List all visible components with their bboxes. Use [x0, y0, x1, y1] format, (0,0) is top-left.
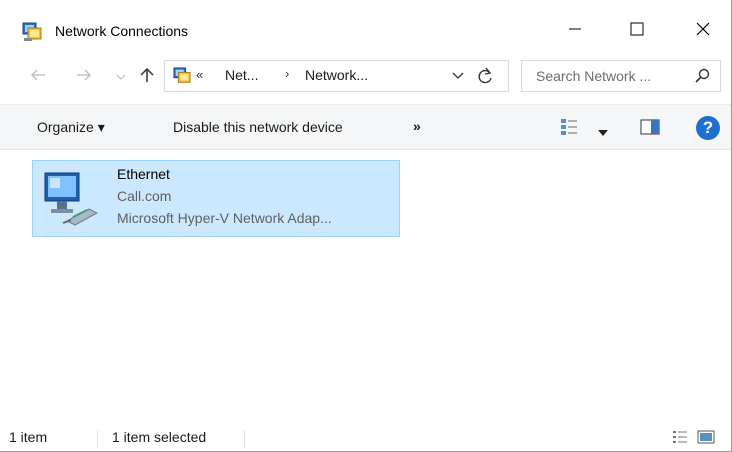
search-icon[interactable] — [694, 68, 710, 87]
network-connections-icon — [22, 22, 42, 42]
breadcrumb-item[interactable]: Network... — [305, 67, 368, 83]
item-name: Ethernet — [117, 166, 170, 182]
explorer-window: Network Connections « Net... › Network..… — [0, 0, 732, 452]
selected-count: 1 item selected — [112, 429, 207, 445]
address-dropdown-icon[interactable] — [452, 69, 464, 84]
up-arrow-icon — [140, 67, 154, 86]
more-commands-button[interactable]: » — [413, 118, 421, 134]
ethernet-adapter-icon — [37, 165, 105, 233]
network-connections-icon — [173, 67, 191, 85]
search-input[interactable]: Search Network ... — [536, 68, 651, 84]
close-button[interactable] — [680, 12, 726, 48]
items-view: Ethernet Call.com Microsoft Hyper-V Netw… — [0, 150, 731, 420]
help-icon[interactable]: ? — [696, 116, 720, 140]
minimize-button[interactable] — [552, 12, 598, 48]
breadcrumb-separator[interactable]: › — [285, 66, 289, 81]
preview-pane-icon[interactable] — [640, 119, 660, 138]
item-count: 1 item — [9, 429, 48, 445]
minimize-icon — [569, 23, 581, 38]
navigation-bar: « Net... › Network... Search Network ... — [0, 55, 731, 97]
maximize-button[interactable] — [614, 12, 660, 48]
status-divider — [97, 430, 98, 448]
large-icons-view-icon[interactable] — [697, 429, 715, 448]
breadcrumb-item[interactable]: Net... — [225, 67, 258, 83]
close-icon — [696, 22, 710, 39]
item-adapter: Microsoft Hyper-V Network Adap... — [117, 210, 332, 226]
back-button[interactable] — [26, 63, 50, 89]
forward-arrow-icon — [76, 69, 92, 84]
organize-button[interactable]: Organize ▾ — [37, 119, 105, 136]
search-box[interactable]: Search Network ... — [521, 60, 721, 92]
refresh-icon[interactable] — [478, 67, 494, 88]
breadcrumb-overflow[interactable]: « — [196, 67, 203, 82]
window-title: Network Connections — [55, 23, 189, 39]
title-bar[interactable]: Network Connections — [0, 0, 731, 50]
network-connection-item[interactable]: Ethernet Call.com Microsoft Hyper-V Netw… — [32, 160, 400, 237]
address-bar[interactable]: « Net... › Network... — [164, 60, 509, 92]
recent-locations-button[interactable] — [113, 63, 129, 89]
view-options-chevron-icon[interactable] — [598, 124, 608, 139]
item-network: Call.com — [117, 188, 172, 204]
change-view-icon[interactable] — [560, 118, 578, 139]
recent-locations-chevron-icon — [116, 69, 126, 84]
command-bar: Organize ▾ Disable this network device »… — [0, 104, 731, 150]
maximize-icon — [630, 22, 644, 39]
details-view-icon[interactable] — [672, 429, 688, 448]
disable-device-button[interactable]: Disable this network device — [173, 119, 343, 135]
up-button[interactable] — [137, 63, 157, 89]
forward-button[interactable] — [72, 63, 96, 89]
status-bar: 1 item 1 item selected — [0, 422, 731, 452]
back-arrow-icon — [30, 69, 46, 84]
status-divider — [244, 430, 245, 448]
